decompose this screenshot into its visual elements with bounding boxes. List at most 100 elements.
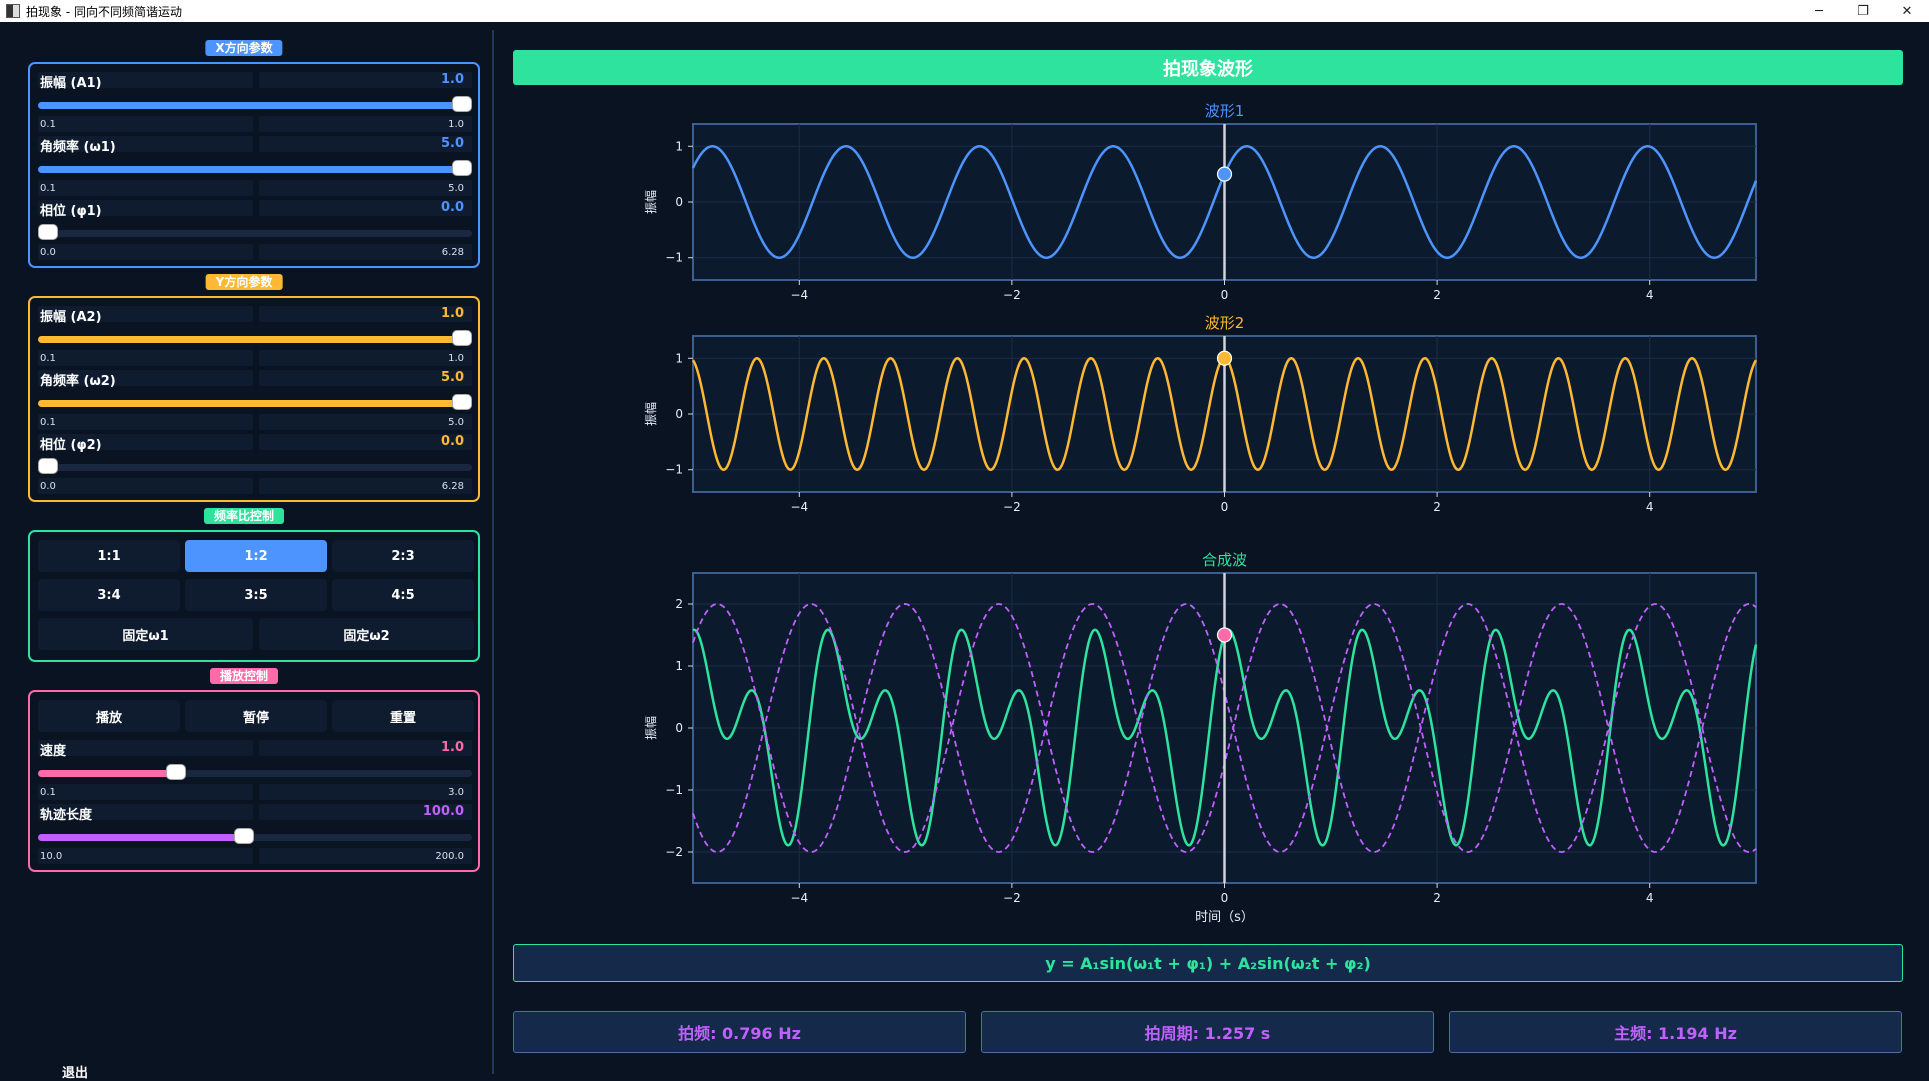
wave1-xtick-label: 4 xyxy=(1646,288,1654,302)
fix-w2-button[interactable]: 固定ω2 xyxy=(259,618,474,650)
combined-xtick-label: 4 xyxy=(1646,891,1654,905)
w2-min: 0.1 xyxy=(40,417,56,428)
ratio-button-3-5[interactable]: 3:5 xyxy=(185,579,327,611)
wave1-title: 波形1 xyxy=(1205,102,1245,120)
p1-slider-handle[interactable] xyxy=(38,224,58,240)
trail-label: 轨迹长度 xyxy=(40,808,93,823)
w1-slider-handle[interactable] xyxy=(452,160,472,176)
speed-slider[interactable] xyxy=(38,764,472,780)
ratio-button-1-2[interactable]: 1:2 xyxy=(185,540,327,572)
p2-slider[interactable] xyxy=(38,458,472,474)
ratio-button-3-4[interactable]: 3:4 xyxy=(38,579,180,611)
a2-label: 振幅 (A2) xyxy=(40,310,102,325)
speed-max: 3.0 xyxy=(448,787,464,798)
a2-slider-fill xyxy=(38,336,472,343)
combined-xtick-label: −2 xyxy=(1003,891,1021,905)
y-params-title: Y方向参数 xyxy=(205,274,283,290)
w1-slider[interactable] xyxy=(38,160,472,176)
a1-slider[interactable] xyxy=(38,96,472,112)
ratio-button-1-1[interactable]: 1:1 xyxy=(38,540,180,572)
trail-min: 10.0 xyxy=(40,851,63,862)
exit-button[interactable]: 退出 xyxy=(62,1062,88,1081)
y-params-group: 振幅 (A2) 1.0 0.1 1.0 角频率 (ω2) 5.0 0.1 5.0 xyxy=(28,296,480,502)
w1-slider-fill xyxy=(38,166,472,173)
w2-label: 角频率 (ω2) xyxy=(40,374,116,389)
formula-display: y = A₁sin(ω₁t + φ₁) + A₂sin(ω₂t + φ₂) xyxy=(513,944,1903,982)
combined-current-point xyxy=(1216,627,1233,643)
a2-max: 1.0 xyxy=(448,353,464,364)
w2-slider-handle[interactable] xyxy=(452,394,472,410)
wave1-ytick-label: 0 xyxy=(675,195,683,209)
x-params-title: X方向参数 xyxy=(205,40,283,56)
wave1-ytick-label: −1 xyxy=(665,251,683,265)
waveform-plots: −4 −2 0 2 4 1 0 −1 波形1 振幅 −4 −2 0 2 4 1 0 −1 波形2 振幅 −4 −2 0 2… xyxy=(643,102,1758,925)
a2-slider-handle[interactable] xyxy=(452,330,472,346)
close-icon[interactable]: ✕ xyxy=(1885,0,1929,22)
combined-xlabel: 时间（s） xyxy=(1195,910,1254,925)
trail-slider-fill xyxy=(38,834,244,841)
ratio-button-4-5[interactable]: 4:5 xyxy=(332,579,474,611)
speed-slider-fill xyxy=(38,770,173,777)
pause-button[interactable]: 暂停 xyxy=(185,700,327,732)
play-button[interactable]: 播放 xyxy=(38,700,180,732)
fix-w1-button[interactable]: 固定ω1 xyxy=(38,618,253,650)
w2-slider[interactable] xyxy=(38,394,472,410)
wave2-ylabel: 振幅 xyxy=(643,402,658,426)
wave1-xtick-label: −4 xyxy=(790,288,808,302)
p2-max: 6.28 xyxy=(441,481,464,492)
wave2-xtick-label: 4 xyxy=(1646,500,1654,514)
wave1-xtick-label: 2 xyxy=(1433,288,1441,302)
p1-max: 6.28 xyxy=(441,247,464,258)
p1-min: 0.0 xyxy=(40,247,56,258)
a1-label: 振幅 (A1) xyxy=(40,76,102,91)
wave2-current-point xyxy=(1216,350,1233,366)
ratio-button-2-3[interactable]: 2:3 xyxy=(332,540,474,572)
w2-value: 5.0 xyxy=(440,370,464,385)
wave2-xtick-label: 0 xyxy=(1221,500,1229,514)
control-panel: X方向参数 振幅 (A1) 1.0 0.1 1.0 角频率 (ω1) 5.0 0… xyxy=(8,30,494,1081)
maximize-icon[interactable]: ❐ xyxy=(1841,0,1885,22)
wave2-ytick-label: 1 xyxy=(675,351,683,365)
speed-min: 0.1 xyxy=(40,787,56,798)
p1-label: 相位 (φ1) xyxy=(40,204,102,219)
beat-period-display: 拍周期: 1.257 s xyxy=(981,1011,1434,1053)
beat-frequency-display: 拍频: 0.796 Hz xyxy=(513,1011,966,1053)
speed-label: 速度 xyxy=(40,744,67,759)
combined-axes: −4 −2 0 2 4 2 1 0 −1 −2 合成波振幅时间（s） xyxy=(643,551,1758,925)
w1-value: 5.0 xyxy=(440,136,464,151)
p1-value: 0.0 xyxy=(440,200,464,215)
a2-value: 1.0 xyxy=(440,306,464,321)
speed-value: 1.0 xyxy=(440,740,464,755)
reset-button[interactable]: 重置 xyxy=(332,700,474,732)
combined-xtick-label: −4 xyxy=(790,891,808,905)
a1-slider-fill xyxy=(38,102,472,109)
wave2-xtick-label: −2 xyxy=(1003,500,1021,514)
p2-min: 0.0 xyxy=(40,481,56,492)
wave1-ytick-label: 1 xyxy=(675,139,683,153)
wave1-current-point xyxy=(1216,166,1233,182)
trail-slider[interactable] xyxy=(38,828,472,844)
w2-max: 5.0 xyxy=(448,417,464,428)
trail-slider-handle[interactable] xyxy=(234,828,255,844)
combined-ylabel: 振幅 xyxy=(643,716,658,740)
minimize-icon[interactable]: ─ xyxy=(1797,0,1841,22)
a1-slider-handle[interactable] xyxy=(452,96,472,112)
speed-slider-handle[interactable] xyxy=(166,764,187,780)
p2-value: 0.0 xyxy=(440,434,464,449)
wave2-xtick-label: −4 xyxy=(790,500,808,514)
combined-xtick-label: 0 xyxy=(1221,891,1229,905)
p2-slider-handle[interactable] xyxy=(38,458,58,474)
a1-min: 0.1 xyxy=(40,119,56,130)
a2-min: 0.1 xyxy=(40,353,56,364)
main-frequency-display: 主频: 1.194 Hz xyxy=(1449,1011,1902,1053)
wave2-ytick-label: 0 xyxy=(675,407,683,421)
w1-min: 0.1 xyxy=(40,183,56,194)
combined-ytick-label: 0 xyxy=(675,721,683,735)
window-title: 拍现象 - 同向不同频简谐运动 xyxy=(26,4,182,19)
combined-ytick-label: 1 xyxy=(675,659,683,673)
a2-slider[interactable] xyxy=(38,330,472,346)
p1-slider[interactable] xyxy=(38,224,472,240)
combined-xtick-label: 2 xyxy=(1433,891,1441,905)
combined-ytick-label: 2 xyxy=(675,597,683,611)
w1-label: 角频率 (ω1) xyxy=(40,140,116,155)
